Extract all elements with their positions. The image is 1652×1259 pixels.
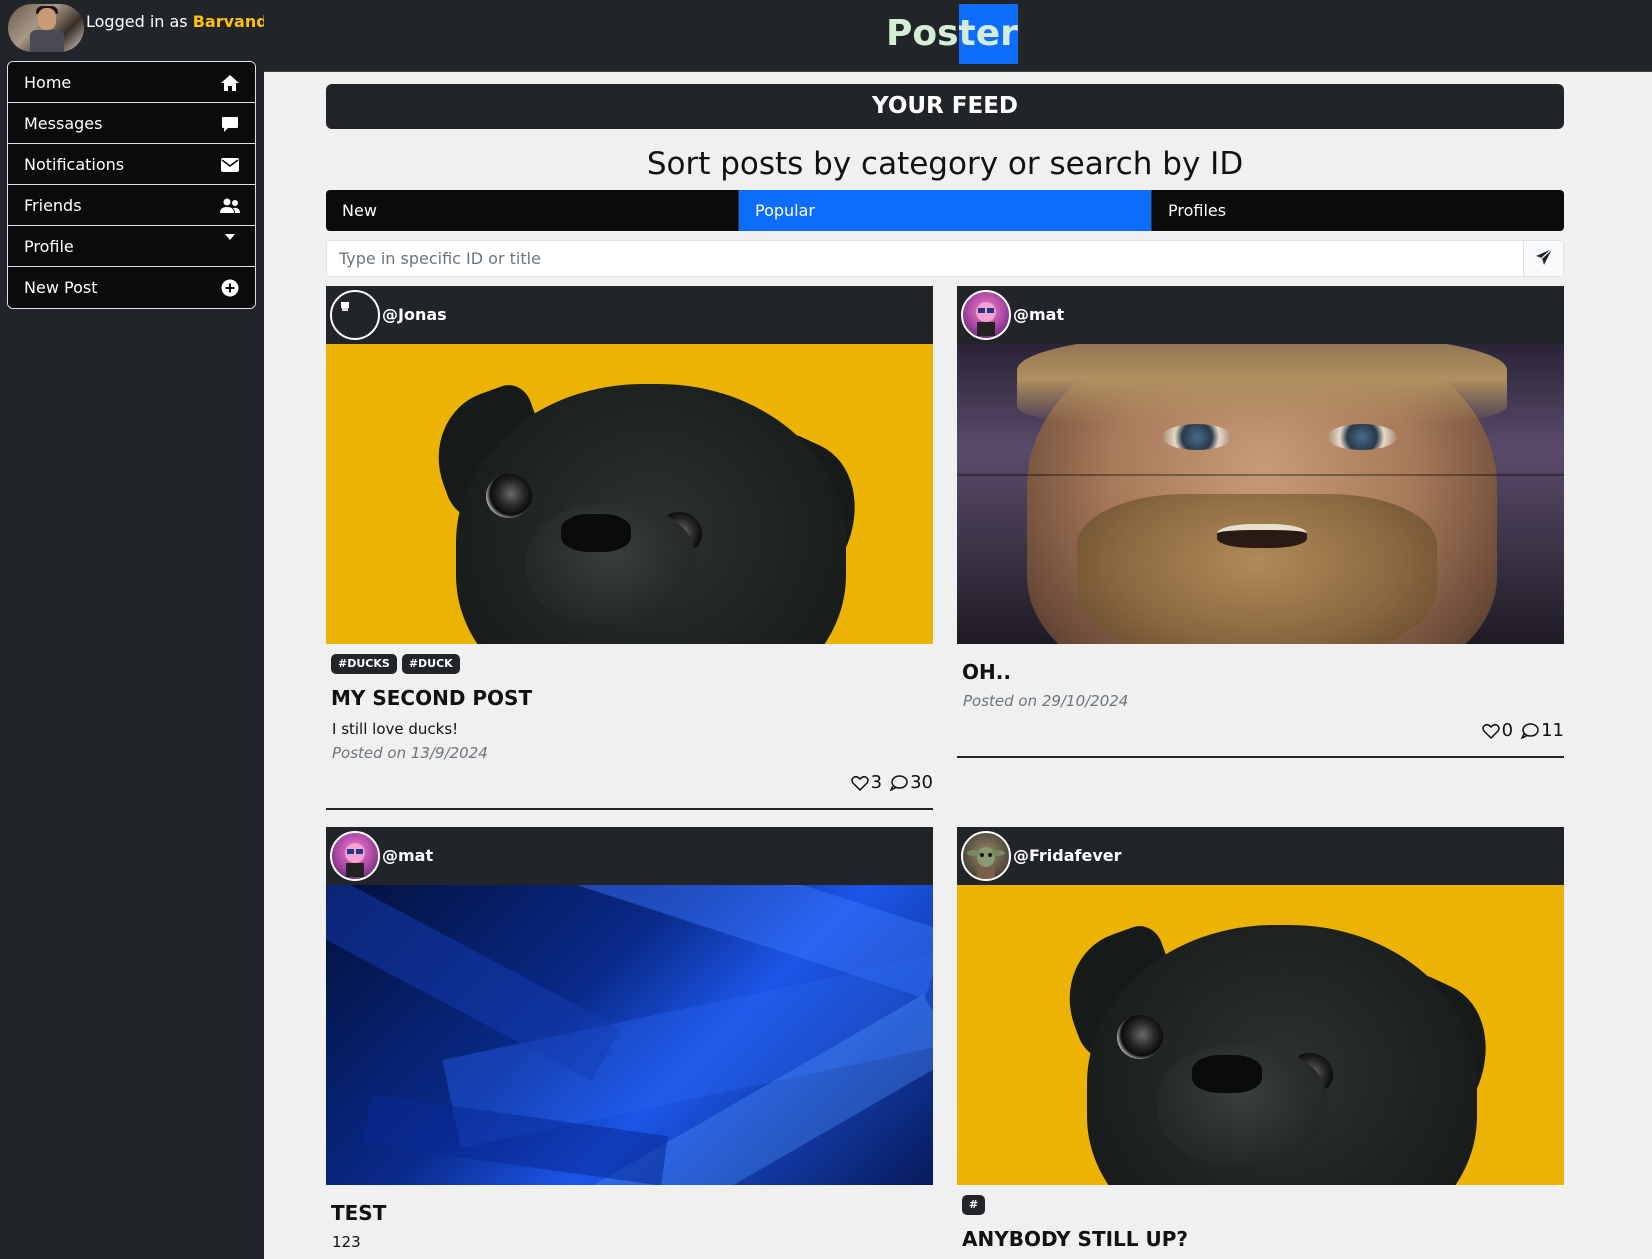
post-image-blue-abstract[interactable] (326, 885, 933, 1185)
sidebar-item-new-post[interactable]: New Post (8, 267, 255, 308)
post-header: @Fridafever (957, 827, 1564, 885)
chat-icon (219, 103, 241, 144)
like-button[interactable]: 3 (850, 772, 883, 793)
sidebar-item-profile[interactable]: Profile (8, 226, 255, 267)
post-card: @mat TEST 123 (326, 827, 933, 1251)
comment-button[interactable]: 11 (1521, 720, 1564, 741)
tag[interactable]: #DUCK (401, 654, 460, 674)
sidebar-item-label: Notifications (24, 155, 125, 174)
feed-banner: YOUR FEED (326, 84, 1564, 129)
post-divider (326, 808, 933, 810)
post-header: @mat (957, 286, 1564, 344)
post-date: Posted on 13/9/2024 (332, 744, 488, 762)
sidebar-item-label: Messages (24, 114, 103, 133)
post-card: @Fridafever # ANYBODY STILL UP? (957, 827, 1564, 1251)
comment-icon (890, 774, 908, 791)
post-stats: 3 30 (326, 772, 933, 793)
sidebar-item-label: Home (24, 73, 72, 92)
sidebar: Logged in as Barvandy Home Messages Noti… (0, 0, 278, 1259)
avatar[interactable] (961, 290, 1011, 340)
like-button[interactable]: 0 (1481, 720, 1514, 741)
sort-tabs: New Popular Profiles (326, 190, 1564, 231)
avatar[interactable] (961, 831, 1011, 881)
sidebar-item-label: New Post (24, 278, 98, 297)
user-info: Logged in as Barvandy (8, 4, 278, 56)
post-image-kenobi[interactable] (957, 344, 1564, 644)
post-title[interactable]: TEST (331, 1201, 933, 1225)
post-title[interactable]: MY SECOND POST (331, 686, 933, 710)
home-icon (219, 62, 241, 103)
post-divider (957, 756, 1564, 758)
post-username[interactable]: @Jonas (382, 286, 447, 344)
search-bar (326, 240, 1564, 277)
post-username[interactable]: @mat (382, 827, 433, 885)
comment-count: 11 (1541, 720, 1564, 741)
plus-circle-icon (219, 267, 241, 308)
avatar[interactable] (330, 290, 380, 340)
sidebar-item-friends[interactable]: Friends (8, 185, 255, 226)
like-count: 3 (870, 772, 883, 793)
post-image-pug[interactable] (957, 885, 1564, 1185)
main-content: YOUR FEED Sort posts by category or sear… (264, 72, 1652, 1259)
tag[interactable]: # (962, 1195, 986, 1215)
header-bar: Poster (264, 0, 1652, 72)
tag[interactable]: #DUCKS (331, 654, 397, 674)
comment-icon (1521, 722, 1539, 739)
post-description: I still love ducks! (332, 720, 459, 738)
heart-icon (850, 775, 869, 791)
avatar[interactable] (330, 831, 380, 881)
post-username[interactable]: @mat (1013, 286, 1064, 344)
tab-profiles[interactable]: Profiles (1152, 190, 1564, 231)
post-stats: 0 11 (957, 720, 1564, 741)
post-date: Posted on 29/10/2024 (963, 692, 1129, 710)
send-button[interactable] (1523, 241, 1563, 276)
brand-highlight: ter (958, 4, 1018, 64)
comment-count: 30 (910, 772, 933, 793)
tab-popular[interactable]: Popular (739, 190, 1152, 231)
like-count: 0 (1501, 720, 1514, 741)
envelope-icon (219, 144, 241, 185)
sort-title: Sort posts by category or search by ID (646, 146, 1244, 182)
post-header: @mat (326, 827, 933, 885)
tab-new[interactable]: New (326, 190, 739, 231)
logged-in-text: Logged in as Barvandy (86, 12, 278, 31)
post-header: @Jonas (326, 286, 933, 344)
logged-prefix: Logged in as (86, 12, 193, 31)
sidebar-nav: Home Messages Notifications Friends Prof… (7, 61, 256, 309)
post-title[interactable]: OH.. (962, 660, 1564, 684)
send-icon (1535, 248, 1553, 270)
post-description: 123 (332, 1233, 361, 1251)
post-tags: #DUCKS #DUCK (331, 654, 933, 674)
post-card: @Jonas #DUCKS #DUCK MY SECOND POST I sti… (326, 286, 933, 810)
user-avatar[interactable] (8, 4, 84, 52)
search-input[interactable] (327, 241, 1523, 276)
post-image-pug[interactable] (326, 344, 933, 644)
post-username[interactable]: @Fridafever (1013, 827, 1122, 885)
brand-logo[interactable]: Poster (886, 4, 1018, 64)
people-icon (219, 185, 241, 226)
sidebar-item-label: Profile (24, 237, 74, 256)
heart-icon (1481, 723, 1500, 739)
sidebar-item-notifications[interactable]: Notifications (8, 144, 255, 185)
post-title[interactable]: ANYBODY STILL UP? (962, 1227, 1564, 1251)
sidebar-item-home[interactable]: Home (8, 62, 255, 103)
sidebar-item-label: Friends (24, 196, 82, 215)
comment-button[interactable]: 30 (890, 772, 933, 793)
sidebar-item-messages[interactable]: Messages (8, 103, 255, 144)
caret-down-icon (219, 226, 241, 267)
post-card: @mat OH.. Posted on 29/10/2024 0 11 (957, 286, 1564, 758)
brand-left: Pos (886, 13, 959, 54)
post-tags: # (962, 1195, 1564, 1215)
